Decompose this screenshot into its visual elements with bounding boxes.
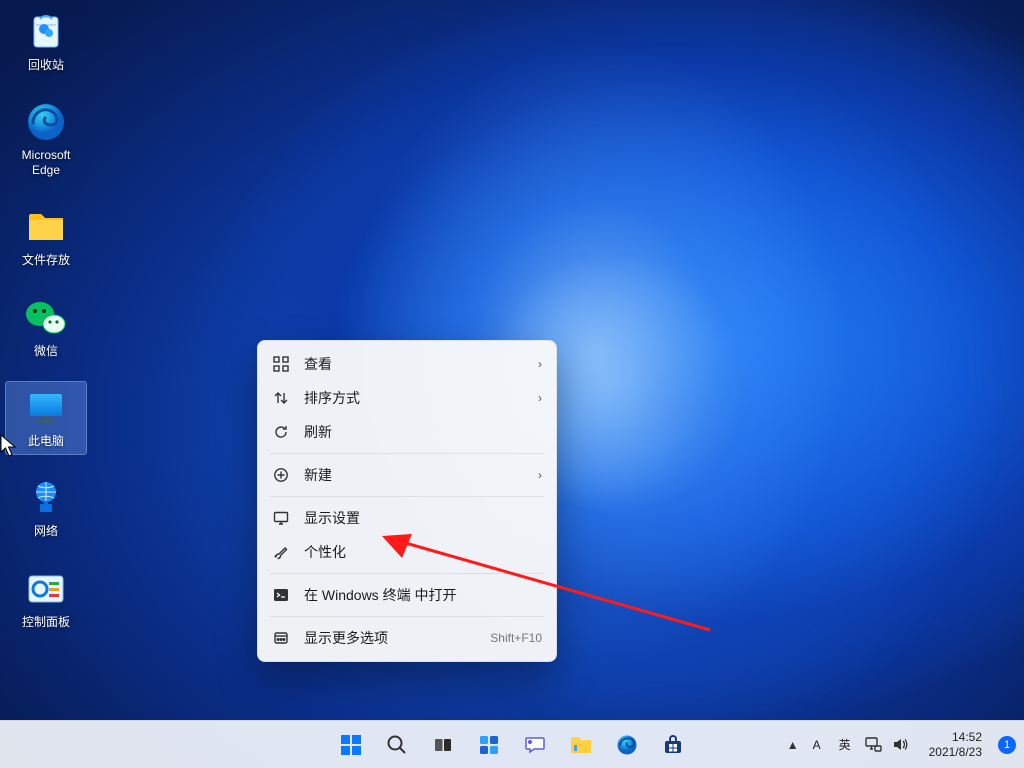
search-button[interactable] bbox=[376, 724, 418, 766]
grid-icon bbox=[272, 355, 290, 373]
this-pc-icon bbox=[24, 386, 68, 430]
desktop[interactable]: 回收站 Microsoft Edge 文件存放 微信 此电脑 bbox=[0, 0, 1024, 768]
plus-circle-icon bbox=[272, 466, 290, 484]
desktop-icon-folder[interactable]: 文件存放 bbox=[6, 201, 86, 273]
context-menu-label: 排序方式 bbox=[304, 388, 538, 408]
network-icon bbox=[24, 476, 68, 520]
desktop-icon-this-pc[interactable]: 此电脑 bbox=[6, 382, 86, 454]
edge-icon bbox=[24, 100, 68, 144]
chevron-right-icon: › bbox=[538, 357, 542, 371]
chevron-right-icon: › bbox=[538, 391, 542, 405]
context-menu-separator bbox=[270, 616, 544, 617]
edge-icon bbox=[616, 734, 638, 756]
desktop-icon-label: 此电脑 bbox=[28, 434, 64, 448]
context-menu-separator bbox=[270, 453, 544, 454]
widgets-button[interactable] bbox=[468, 724, 510, 766]
volume-tray-icon[interactable] bbox=[892, 737, 909, 752]
clock-date: 2021/8/23 bbox=[929, 745, 982, 759]
context-menu-open-terminal[interactable]: 在 Windows 终端 中打开 bbox=[258, 578, 556, 612]
desktop-icon-label: 回收站 bbox=[28, 58, 64, 72]
desktop-icons: 回收站 Microsoft Edge 文件存放 微信 此电脑 bbox=[6, 6, 86, 653]
control-panel-icon bbox=[24, 567, 68, 611]
terminal-icon bbox=[272, 586, 290, 604]
chat-icon bbox=[524, 734, 546, 756]
store-icon bbox=[662, 734, 684, 756]
search-icon bbox=[386, 734, 408, 756]
taskbar-center bbox=[330, 724, 694, 766]
desktop-icon-wechat[interactable]: 微信 bbox=[6, 292, 86, 364]
start-icon bbox=[339, 733, 363, 757]
ime-indicator-lang[interactable]: 英 bbox=[835, 736, 855, 753]
context-menu-show-more[interactable]: 显示更多选项 Shift+F10 bbox=[258, 621, 556, 655]
store-button[interactable] bbox=[652, 724, 694, 766]
display-icon bbox=[272, 509, 290, 527]
system-tray[interactable]: ▲ A 英 bbox=[779, 725, 917, 765]
edge-taskbar-button[interactable] bbox=[606, 724, 648, 766]
context-menu-refresh[interactable]: 刷新 bbox=[258, 415, 556, 449]
context-menu-separator bbox=[270, 573, 544, 574]
desktop-icon-control-panel[interactable]: 控制面板 bbox=[6, 563, 86, 635]
folder-icon bbox=[24, 205, 68, 249]
taskbar-right: ▲ A 英 14:52 2021/8/23 1 bbox=[779, 725, 1024, 765]
context-menu-display-settings[interactable]: 显示设置 bbox=[258, 501, 556, 535]
more-icon bbox=[272, 629, 290, 647]
chat-button[interactable] bbox=[514, 724, 556, 766]
context-menu-label: 刷新 bbox=[304, 422, 542, 442]
desktop-icon-label: 文件存放 bbox=[22, 253, 70, 267]
network-tray-icon[interactable] bbox=[865, 737, 882, 752]
taskbar-clock[interactable]: 14:52 2021/8/23 bbox=[923, 730, 988, 759]
explorer-button[interactable] bbox=[560, 724, 602, 766]
taskbar: ▲ A 英 14:52 2021/8/23 1 bbox=[0, 720, 1024, 768]
notification-badge[interactable]: 1 bbox=[998, 736, 1016, 754]
desktop-icon-edge[interactable]: Microsoft Edge bbox=[6, 96, 86, 183]
desktop-context-menu: 查看 › 排序方式 › 刷新 新建 › 显示设置 个性化 bbox=[257, 340, 557, 662]
desktop-icon-label: 微信 bbox=[34, 344, 58, 358]
context-menu-sort[interactable]: 排序方式 › bbox=[258, 381, 556, 415]
sort-icon bbox=[272, 389, 290, 407]
desktop-icon-label: Microsoft Edge bbox=[22, 148, 71, 177]
context-menu-label: 查看 bbox=[304, 354, 538, 374]
chevron-right-icon: › bbox=[538, 468, 542, 482]
brush-icon bbox=[272, 543, 290, 561]
context-menu-view[interactable]: 查看 › bbox=[258, 347, 556, 381]
ime-indicator-a[interactable]: A bbox=[809, 738, 825, 752]
widgets-icon bbox=[478, 734, 500, 756]
start-button[interactable] bbox=[330, 724, 372, 766]
desktop-icon-label: 网络 bbox=[34, 524, 58, 538]
wechat-icon bbox=[24, 296, 68, 340]
context-menu-accelerator: Shift+F10 bbox=[490, 631, 542, 645]
context-menu-separator bbox=[270, 496, 544, 497]
context-menu-personalize[interactable]: 个性化 bbox=[258, 535, 556, 569]
context-menu-label: 显示设置 bbox=[304, 508, 542, 528]
taskview-button[interactable] bbox=[422, 724, 464, 766]
refresh-icon bbox=[272, 423, 290, 441]
taskview-icon bbox=[432, 734, 454, 756]
clock-time: 14:52 bbox=[952, 730, 982, 744]
context-menu-label: 个性化 bbox=[304, 542, 542, 562]
context-menu-label: 显示更多选项 bbox=[304, 628, 490, 648]
recycle-bin-icon bbox=[24, 10, 68, 54]
context-menu-label: 新建 bbox=[304, 465, 538, 485]
explorer-icon bbox=[569, 734, 593, 756]
desktop-icon-network[interactable]: 网络 bbox=[6, 472, 86, 544]
context-menu-new[interactable]: 新建 › bbox=[258, 458, 556, 492]
tray-overflow-icon[interactable]: ▲ bbox=[787, 738, 799, 752]
desktop-icon-label: 控制面板 bbox=[22, 615, 70, 629]
context-menu-label: 在 Windows 终端 中打开 bbox=[304, 585, 542, 605]
desktop-icon-recycle-bin[interactable]: 回收站 bbox=[6, 6, 86, 78]
